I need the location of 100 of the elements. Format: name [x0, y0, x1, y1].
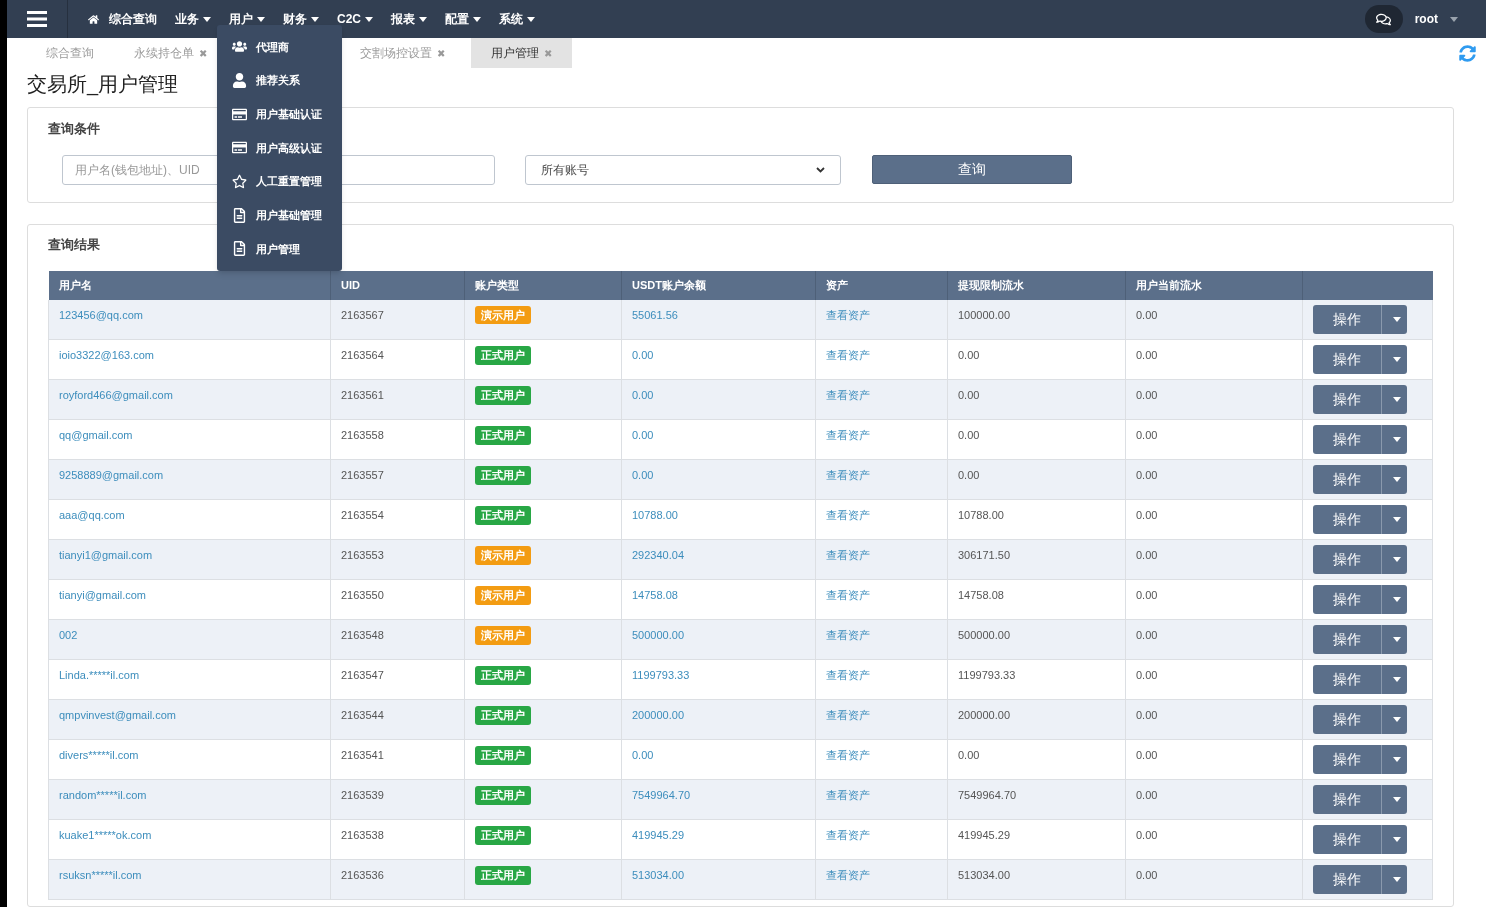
- view-assets-link[interactable]: 查看资产: [826, 589, 870, 601]
- action-dropdown-button[interactable]: [1382, 304, 1407, 334]
- username-link[interactable]: ioio3322@163.com: [59, 349, 154, 361]
- balance-link[interactable]: 0.00: [632, 429, 654, 441]
- username-link[interactable]: Linda.*****il.com: [59, 669, 140, 681]
- action-button[interactable]: 操作: [1313, 425, 1382, 454]
- close-icon[interactable]: ✖: [437, 45, 445, 61]
- view-assets-link[interactable]: 查看资产: [826, 669, 870, 681]
- action-button[interactable]: 操作: [1313, 465, 1382, 494]
- action-dropdown-button[interactable]: [1382, 545, 1407, 574]
- nav-menu-item[interactable]: 报表: [391, 10, 427, 28]
- balance-link[interactable]: 1199793.33: [632, 669, 690, 681]
- username-link[interactable]: 123456@qq.com: [59, 308, 143, 321]
- balance-link[interactable]: 0.00: [632, 389, 654, 401]
- action-dropdown-button[interactable]: [1382, 745, 1407, 774]
- close-icon[interactable]: ✖: [199, 45, 207, 61]
- action-dropdown-button[interactable]: [1382, 505, 1407, 534]
- action-button[interactable]: 操作: [1313, 625, 1382, 654]
- action-dropdown-button[interactable]: [1382, 585, 1407, 614]
- action-dropdown-button[interactable]: [1382, 705, 1407, 734]
- view-assets-link[interactable]: 查看资产: [826, 789, 870, 801]
- balance-link[interactable]: 200000.00: [632, 709, 684, 721]
- username-link[interactable]: rsuksn*****il.com: [59, 869, 142, 881]
- dropdown-menu-item[interactable]: 用户管理: [217, 232, 342, 266]
- account-select[interactable]: 所有账号: [525, 154, 841, 185]
- view-assets-link[interactable]: 查看资产: [826, 869, 870, 881]
- username-link[interactable]: tianyi@gmail.com: [59, 589, 146, 601]
- view-assets-link[interactable]: 查看资产: [826, 749, 870, 761]
- balance-link[interactable]: 7549964.70: [632, 789, 691, 801]
- view-assets-link[interactable]: 查看资产: [826, 469, 870, 481]
- balance-link[interactable]: 513034.00: [632, 869, 684, 881]
- nav-menu-item[interactable]: 用户: [229, 10, 265, 28]
- page-tab[interactable]: 用户管理 ✖: [471, 38, 572, 68]
- action-button[interactable]: 操作: [1313, 585, 1382, 614]
- view-assets-link[interactable]: 查看资产: [826, 829, 870, 841]
- view-assets-link[interactable]: 查看资产: [826, 389, 870, 401]
- table-cell: 100000.00: [947, 299, 1126, 340]
- action-dropdown-button[interactable]: [1382, 625, 1407, 654]
- username-link[interactable]: royford466@gmail.com: [59, 389, 173, 401]
- view-assets-link[interactable]: 查看资产: [826, 429, 870, 441]
- view-assets-link[interactable]: 查看资产: [826, 509, 870, 521]
- action-button[interactable]: 操作: [1313, 345, 1382, 374]
- username-link[interactable]: 9258889@gmail.com: [59, 469, 164, 481]
- page-tab[interactable]: 综合查询: [32, 38, 108, 68]
- nav-menu-item[interactable]: 配置: [445, 10, 481, 28]
- balance-link[interactable]: 14758.08: [632, 589, 678, 601]
- action-button[interactable]: 操作: [1313, 705, 1382, 734]
- dropdown-menu-item[interactable]: 人工重置管理: [217, 164, 342, 199]
- balance-link[interactable]: 0.00: [632, 349, 654, 361]
- view-assets-link[interactable]: 查看资产: [826, 349, 870, 361]
- balance-link[interactable]: 0.00: [632, 469, 654, 481]
- action-button[interactable]: 操作: [1313, 865, 1382, 894]
- balance-link[interactable]: 10788.00: [632, 509, 678, 521]
- nav-menu-item[interactable]: 综合查询: [88, 10, 157, 28]
- balance-link[interactable]: 292340.04: [632, 549, 684, 561]
- view-assets-link[interactable]: 查看资产: [826, 629, 870, 641]
- username-link[interactable]: qmpvinvest@gmail.com: [59, 709, 176, 721]
- username-link[interactable]: divers*****il.com: [59, 749, 139, 761]
- action-button[interactable]: 操作: [1313, 665, 1382, 694]
- action-dropdown-button[interactable]: [1382, 345, 1407, 374]
- action-button[interactable]: 操作: [1313, 825, 1382, 854]
- action-button[interactable]: 操作: [1313, 545, 1382, 574]
- close-icon[interactable]: ✖: [544, 45, 552, 61]
- chat-button[interactable]: [1364, 5, 1403, 33]
- action-button[interactable]: 操作: [1313, 785, 1382, 814]
- action-button[interactable]: 操作: [1313, 385, 1382, 414]
- action-dropdown-button[interactable]: [1382, 465, 1407, 494]
- action-dropdown-button[interactable]: [1382, 665, 1407, 694]
- page-tab[interactable]: 交割场控设置 ✖: [346, 38, 459, 68]
- dropdown-menu-item[interactable]: 用户基础管理: [217, 198, 342, 233]
- nav-menu-item[interactable]: C2C: [337, 10, 373, 28]
- action-dropdown-button[interactable]: [1382, 385, 1407, 414]
- view-assets-link[interactable]: 查看资产: [826, 549, 870, 561]
- balance-link[interactable]: 500000.00: [632, 629, 684, 641]
- view-assets-link[interactable]: 查看资产: [826, 308, 870, 321]
- action-dropdown-button[interactable]: [1382, 865, 1407, 894]
- nav-menu-item[interactable]: 财务: [283, 10, 319, 28]
- action-button[interactable]: 操作: [1313, 505, 1382, 534]
- action-dropdown-button[interactable]: [1382, 825, 1407, 854]
- username-link[interactable]: 002: [59, 629, 78, 641]
- nav-menu-item[interactable]: 系统: [499, 10, 535, 28]
- dropdown-menu-item[interactable]: 用户基础认证: [217, 97, 342, 132]
- action-button[interactable]: 操作: [1313, 745, 1382, 774]
- username-link[interactable]: tianyi1@gmail.com: [59, 549, 153, 561]
- query-button[interactable]: 查询: [872, 155, 1072, 184]
- action-button[interactable]: 操作: [1313, 304, 1382, 334]
- username-link[interactable]: qq@gmail.com: [59, 429, 133, 441]
- refresh-button[interactable]: [1459, 44, 1476, 62]
- username-link[interactable]: kuake1*****ok.com: [59, 829, 152, 841]
- dropdown-menu-item[interactable]: 用户高级认证: [217, 131, 342, 165]
- balance-link[interactable]: 55061.56: [632, 308, 678, 321]
- action-dropdown-button[interactable]: [1382, 785, 1407, 814]
- balance-link[interactable]: 0.00: [632, 749, 654, 761]
- view-assets-link[interactable]: 查看资产: [826, 709, 870, 721]
- username-link[interactable]: random*****il.com: [59, 789, 147, 801]
- nav-menu-item[interactable]: 业务: [175, 10, 211, 28]
- user-menu[interactable]: root: [1414, 10, 1458, 28]
- action-dropdown-button[interactable]: [1382, 425, 1407, 454]
- username-link[interactable]: aaa@qq.com: [59, 509, 125, 521]
- balance-link[interactable]: 419945.29: [632, 829, 684, 841]
